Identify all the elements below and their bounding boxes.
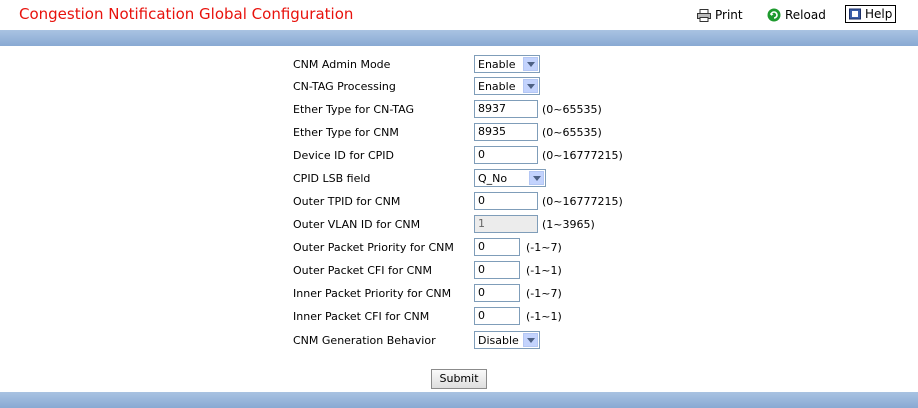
row-cnm-generation-behavior: CNM Generation Behavior Disable	[0, 330, 918, 352]
print-label: Print	[715, 8, 743, 22]
ether-type-cnm-range: (0~65535)	[542, 126, 602, 139]
inner-packet-cfi-cnm-input[interactable]: 0	[474, 307, 520, 325]
form-area: CNM Admin Mode Enable CN-TAG Processing …	[0, 46, 918, 392]
ether-type-cnm-input[interactable]: 8935	[474, 123, 538, 141]
cn-tag-processing-select[interactable]: Enable	[474, 77, 540, 95]
row-ether-type-cnm: Ether Type for CNM 8935 (0~65535)	[0, 122, 918, 144]
page-header: Congestion Notification Global Configura…	[0, 0, 918, 31]
outer-packet-cfi-cnm-label: Outer Packet CFI for CNM	[293, 264, 432, 277]
help-button[interactable]: Help	[845, 5, 897, 23]
row-outer-packet-priority-cnm: Outer Packet Priority for CNM 0 (-1~7)	[0, 237, 918, 259]
outer-tpid-cnm-range: (0~16777215)	[542, 195, 623, 208]
inner-packet-priority-cnm-range: (-1~7)	[526, 287, 562, 300]
top-band	[0, 30, 918, 46]
outer-packet-priority-cnm-label: Outer Packet Priority for CNM	[293, 241, 454, 254]
outer-tpid-cnm-label: Outer TPID for CNM	[293, 195, 401, 208]
help-book-icon	[849, 8, 861, 20]
row-device-id-cpid: Device ID for CPID 0 (0~16777215)	[0, 145, 918, 167]
cpid-lsb-field-select[interactable]: Q_No	[474, 169, 546, 187]
ether-type-cnm-label: Ether Type for CNM	[293, 126, 399, 139]
cn-tag-processing-label: CN-TAG Processing	[293, 80, 396, 93]
cnm-admin-mode-value: Enable	[478, 58, 516, 71]
outer-packet-priority-cnm-range: (-1~7)	[526, 241, 562, 254]
device-id-cpid-range: (0~16777215)	[542, 149, 623, 162]
cpid-lsb-field-label: CPID LSB field	[293, 172, 371, 185]
row-inner-packet-priority-cnm: Inner Packet Priority for CNM 0 (-1~7)	[0, 283, 918, 305]
page-title: Congestion Notification Global Configura…	[19, 5, 354, 23]
row-outer-packet-cfi-cnm: Outer Packet CFI for CNM 0 (-1~1)	[0, 260, 918, 282]
chevron-down-icon[interactable]	[523, 57, 538, 71]
reload-label: Reload	[785, 8, 826, 22]
reload-icon	[767, 8, 781, 22]
ether-type-cn-tag-label: Ether Type for CN-TAG	[293, 103, 414, 116]
cpid-lsb-field-value: Q_No	[478, 172, 508, 185]
row-ether-type-cn-tag: Ether Type for CN-TAG 8937 (0~65535)	[0, 99, 918, 121]
row-cnm-admin-mode: CNM Admin Mode Enable	[0, 54, 918, 76]
cn-tag-processing-value: Enable	[478, 80, 516, 93]
outer-vlan-id-cnm-input: 1	[474, 215, 538, 233]
outer-tpid-cnm-input[interactable]: 0	[474, 192, 538, 210]
cnm-generation-behavior-label: CNM Generation Behavior	[293, 334, 436, 347]
cnm-generation-behavior-value: Disable	[478, 334, 519, 347]
outer-packet-cfi-cnm-input[interactable]: 0	[474, 261, 520, 279]
cnm-generation-behavior-select[interactable]: Disable	[474, 331, 540, 349]
outer-packet-priority-cnm-input[interactable]: 0	[474, 238, 520, 256]
bottom-band	[0, 392, 918, 408]
outer-vlan-id-cnm-label: Outer VLAN ID for CNM	[293, 218, 421, 231]
row-inner-packet-cfi-cnm: Inner Packet CFI for CNM 0 (-1~1)	[0, 306, 918, 328]
chevron-down-icon[interactable]	[523, 333, 538, 347]
reload-button[interactable]: Reload	[767, 6, 826, 24]
inner-packet-priority-cnm-label: Inner Packet Priority for CNM	[293, 287, 452, 300]
row-outer-tpid-cnm: Outer TPID for CNM 0 (0~16777215)	[0, 191, 918, 213]
help-label: Help	[865, 7, 893, 21]
chevron-down-icon[interactable]	[529, 171, 544, 185]
outer-vlan-id-cnm-range: (1~3965)	[542, 218, 595, 231]
ether-type-cn-tag-input[interactable]: 8937	[474, 100, 538, 118]
cnm-admin-mode-label: CNM Admin Mode	[293, 58, 391, 71]
print-button[interactable]: Print	[697, 6, 743, 24]
chevron-down-icon[interactable]	[523, 79, 538, 93]
ether-type-cn-tag-range: (0~65535)	[542, 103, 602, 116]
row-cn-tag-processing: CN-TAG Processing Enable	[0, 76, 918, 98]
inner-packet-cfi-cnm-label: Inner Packet CFI for CNM	[293, 310, 430, 323]
row-outer-vlan-id-cnm: Outer VLAN ID for CNM 1 (1~3965)	[0, 214, 918, 236]
printer-icon	[697, 8, 711, 22]
device-id-cpid-label: Device ID for CPID	[293, 149, 394, 162]
row-cpid-lsb-field: CPID LSB field Q_No	[0, 168, 918, 190]
cnm-admin-mode-select[interactable]: Enable	[474, 55, 540, 73]
submit-button[interactable]: Submit	[431, 369, 487, 389]
device-id-cpid-input[interactable]: 0	[474, 146, 538, 164]
inner-packet-priority-cnm-input[interactable]: 0	[474, 284, 520, 302]
outer-packet-cfi-cnm-range: (-1~1)	[526, 264, 562, 277]
inner-packet-cfi-cnm-range: (-1~1)	[526, 310, 562, 323]
